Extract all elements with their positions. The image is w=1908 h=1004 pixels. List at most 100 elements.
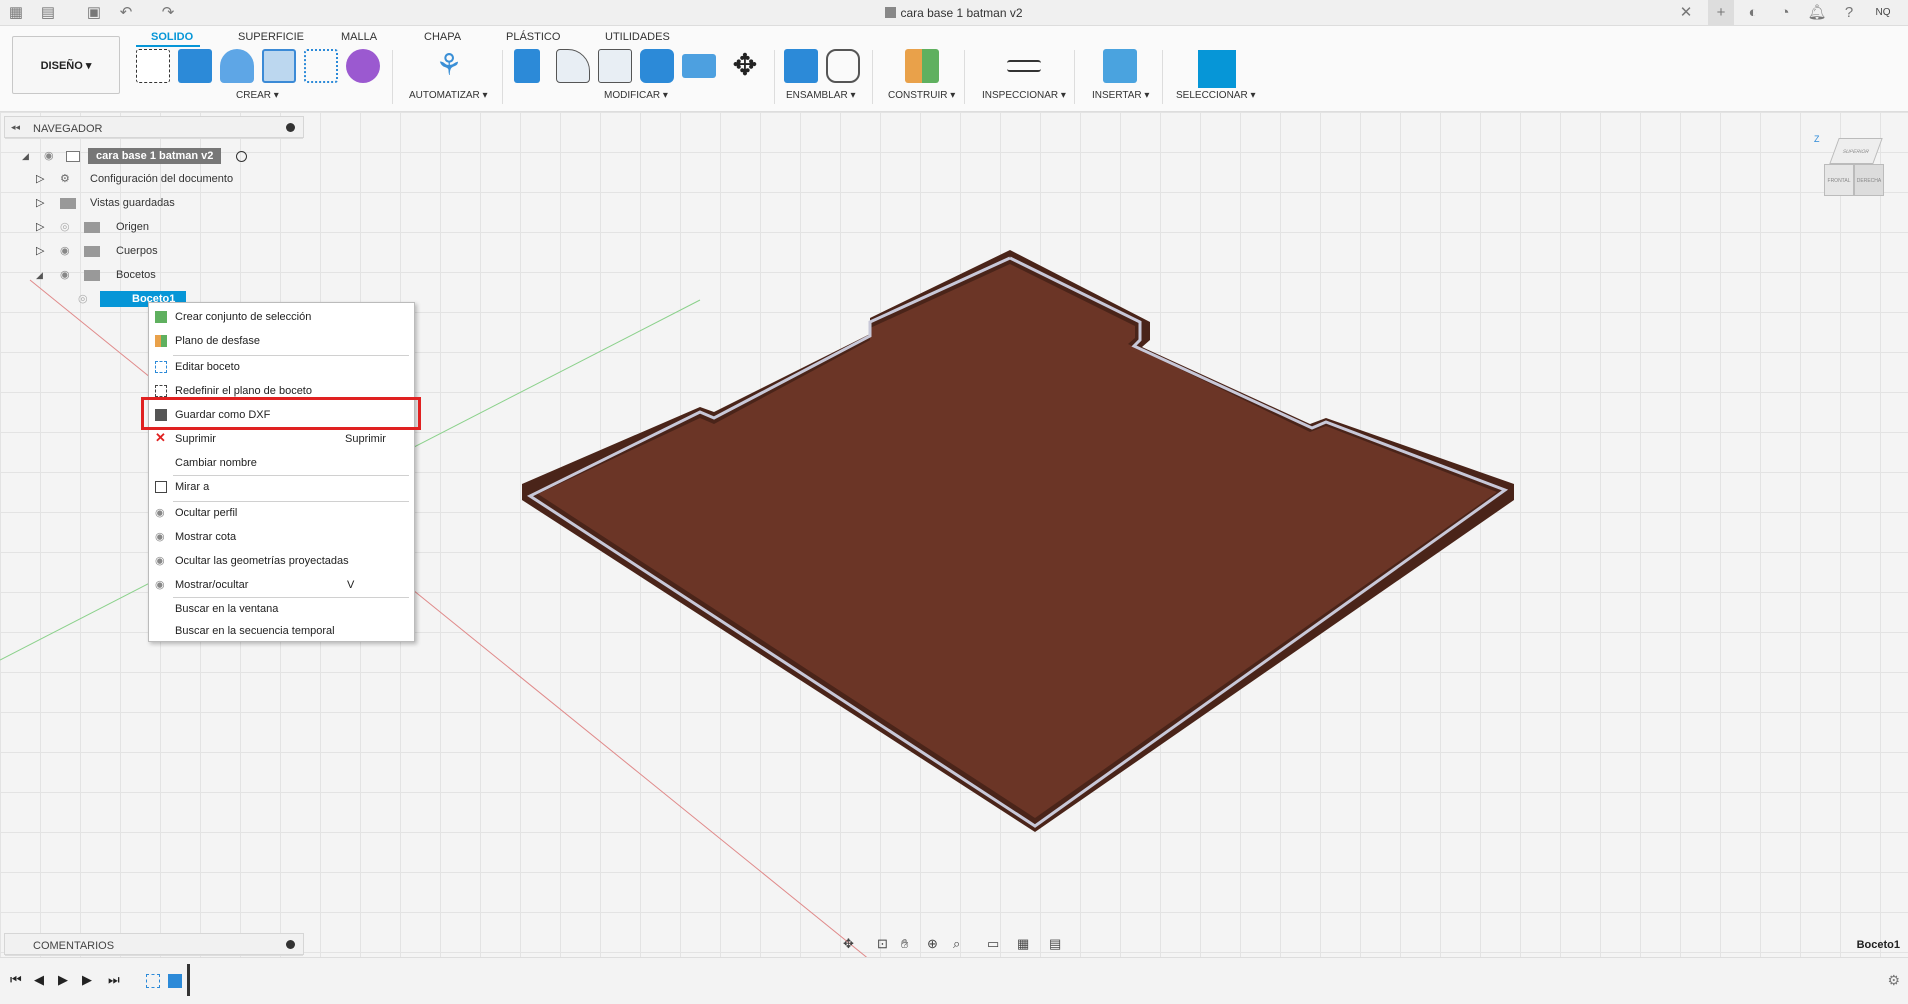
pattern-icon[interactable]: [304, 49, 338, 83]
group-ensamblar[interactable]: ENSAMBLAR ▾: [786, 90, 855, 101]
joint-icon[interactable]: [826, 49, 860, 83]
menu-item-mirar-a[interactable]: Mirar a: [149, 477, 414, 497]
group-inspeccionar[interactable]: INSPECCIONAR ▾: [982, 90, 1066, 101]
viewcube[interactable]: Z SUPERIOR FRONTAL DERECHA: [1814, 134, 1890, 208]
expand-arrow-icon[interactable]: ▷: [36, 169, 44, 189]
extensions-icon[interactable]: ◐: [1743, 3, 1763, 23]
document-node-icon: [66, 151, 80, 162]
job-status-icon[interactable]: ◔: [1775, 3, 1795, 23]
tree-root[interactable]: ◢ ◉ cara base 1 batman v2: [20, 146, 260, 166]
shell-icon[interactable]: [640, 49, 674, 83]
press-pull-icon[interactable]: [514, 49, 540, 83]
visibility-eye-icon[interactable]: ◉: [44, 146, 54, 166]
fillet-icon[interactable]: [556, 49, 590, 83]
group-insertar[interactable]: INSERTAR ▾: [1092, 90, 1149, 101]
tree-item-cuerpos[interactable]: ▷ ◉ Cuerpos: [36, 241, 266, 261]
menu-item-editar-boceto[interactable]: Editar boceto: [149, 357, 414, 377]
menu-item-plano-desfase[interactable]: Plano de desfase: [149, 331, 414, 351]
menu-item-mostrar-ocultar[interactable]: ◉ Mostrar/ocultar V: [149, 575, 414, 595]
move-icon[interactable]: ✥: [728, 49, 762, 83]
panel-minimize-icon[interactable]: [286, 123, 295, 132]
expand-arrow-icon[interactable]: ▷: [36, 217, 44, 237]
new-component-icon[interactable]: [784, 49, 818, 83]
offset-plane-icon[interactable]: [905, 49, 939, 83]
viewcube-face-top[interactable]: SUPERIOR: [1829, 138, 1883, 164]
play-icon[interactable]: ▶: [58, 972, 68, 988]
visibility-eye-icon[interactable]: ◎: [60, 217, 70, 237]
insert-image-icon[interactable]: [1103, 49, 1137, 83]
menu-item-buscar-ventana[interactable]: Buscar en la ventana: [149, 599, 414, 619]
timeline-extrude-icon[interactable]: [168, 974, 182, 988]
look-at-icon[interactable]: ⊡: [877, 936, 888, 952]
close-tab-icon[interactable]: ✕: [1676, 3, 1696, 23]
user-avatar[interactable]: NQ: [1873, 3, 1893, 23]
visibility-eye-icon[interactable]: ◉: [60, 265, 70, 285]
display-settings-icon[interactable]: ▭: [987, 936, 999, 952]
tab-plastico[interactable]: PLÁSTICO: [506, 31, 560, 43]
tab-superficie[interactable]: SUPERFICIE: [238, 31, 304, 43]
menu-item-mostrar-cota[interactable]: ◉ Mostrar cota: [149, 527, 414, 547]
extrude-icon[interactable]: [178, 49, 212, 83]
visibility-eye-icon[interactable]: ◉: [60, 241, 70, 261]
revolve-icon[interactable]: [220, 49, 254, 83]
group-automatizar[interactable]: AUTOMATIZAR ▾: [409, 90, 488, 101]
create-sketch-icon[interactable]: [136, 49, 170, 83]
tree-item-origen[interactable]: ▷ ◎ Origen: [36, 217, 266, 237]
activate-radio-icon[interactable]: [236, 151, 247, 162]
tree-item-vistas[interactable]: ▷ Vistas guardadas: [36, 193, 266, 213]
group-crear[interactable]: CREAR ▾: [236, 90, 279, 101]
go-to-end-icon[interactable]: ⏭: [108, 972, 120, 988]
step-back-icon[interactable]: ◀: [34, 972, 44, 988]
timeline-sketch-icon[interactable]: [146, 974, 160, 988]
grid-settings-icon[interactable]: ▦: [1017, 936, 1029, 952]
automate-icon[interactable]: ⚘: [432, 49, 466, 83]
step-forward-icon[interactable]: ▶: [82, 972, 92, 988]
notifications-icon[interactable]: 🔔︎: [1807, 3, 1827, 23]
timeline-marker[interactable]: [187, 964, 190, 996]
pan-hand-icon[interactable]: ✋︎: [901, 936, 908, 952]
tree-item-label: Origen: [116, 221, 150, 233]
hole-icon[interactable]: [262, 49, 296, 83]
tab-chapa[interactable]: CHAPA: [424, 31, 461, 43]
comments-header[interactable]: COMENTARIOS: [5, 934, 303, 956]
create-form-icon[interactable]: [346, 49, 380, 83]
menu-item-cambiar-nombre[interactable]: Cambiar nombre: [149, 453, 414, 473]
navigator-header[interactable]: ◂◂ NAVEGADOR: [5, 117, 303, 139]
menu-item-ocultar-perfil[interactable]: ◉ Ocultar perfil: [149, 503, 414, 523]
add-comment-icon[interactable]: [286, 940, 295, 949]
collapse-arrow-icon[interactable]: ◢: [22, 146, 29, 166]
help-icon[interactable]: ?: [1839, 3, 1859, 23]
menu-item-buscar-secuencia[interactable]: Buscar en la secuencia temporal: [149, 621, 414, 641]
workspace-dropdown[interactable]: DISEÑO ▾: [12, 36, 120, 94]
tab-utilidades[interactable]: UTILIDADES: [605, 31, 670, 43]
fit-icon[interactable]: ⌕: [953, 936, 960, 952]
viewcube-face-right[interactable]: DERECHA: [1854, 164, 1884, 196]
menu-label: Ocultar perfil: [175, 507, 238, 519]
viewports-icon[interactable]: ▤: [1049, 936, 1061, 952]
menu-item-suprimir[interactable]: ✕ Suprimir Suprimir: [149, 429, 414, 449]
menu-item-crear-conjunto[interactable]: Crear conjunto de selección: [149, 307, 414, 327]
measure-icon[interactable]: [1007, 60, 1041, 72]
visibility-eye-icon[interactable]: ◎: [78, 289, 88, 309]
tree-item-bocetos[interactable]: ◢ ◉ Bocetos: [36, 265, 266, 285]
collapse-arrow-icon[interactable]: ◢: [36, 265, 43, 285]
collapse-panel-icon[interactable]: ◂◂: [11, 122, 20, 133]
menu-item-ocultar-geometrias[interactable]: ◉ Ocultar las geometrías proyectadas: [149, 551, 414, 571]
group-modificar[interactable]: MODIFICAR ▾: [604, 90, 668, 101]
group-seleccionar[interactable]: SELECCIONAR ▾: [1176, 90, 1255, 101]
combine-icon[interactable]: [682, 54, 716, 78]
expand-arrow-icon[interactable]: ▷: [36, 241, 44, 261]
zoom-icon[interactable]: ⊕: [927, 936, 938, 952]
chamfer-icon[interactable]: [598, 49, 632, 83]
timeline-settings-icon[interactable]: ⚙: [1887, 972, 1900, 989]
go-to-start-icon[interactable]: ⏮: [10, 972, 22, 988]
orbit-icon[interactable]: ✥: [843, 936, 854, 952]
viewcube-face-front[interactable]: FRONTAL: [1824, 164, 1854, 196]
expand-arrow-icon[interactable]: ▷: [36, 193, 44, 213]
tab-malla[interactable]: MALLA: [341, 31, 377, 43]
group-construir[interactable]: CONSTRUIR ▾: [888, 90, 955, 101]
select-icon[interactable]: [1198, 50, 1236, 88]
tree-item-configuracion[interactable]: ▷ ⚙ Configuración del documento: [36, 169, 266, 189]
tab-solido[interactable]: SOLIDO: [151, 31, 193, 43]
new-tab-icon[interactable]: +: [1708, 0, 1734, 26]
